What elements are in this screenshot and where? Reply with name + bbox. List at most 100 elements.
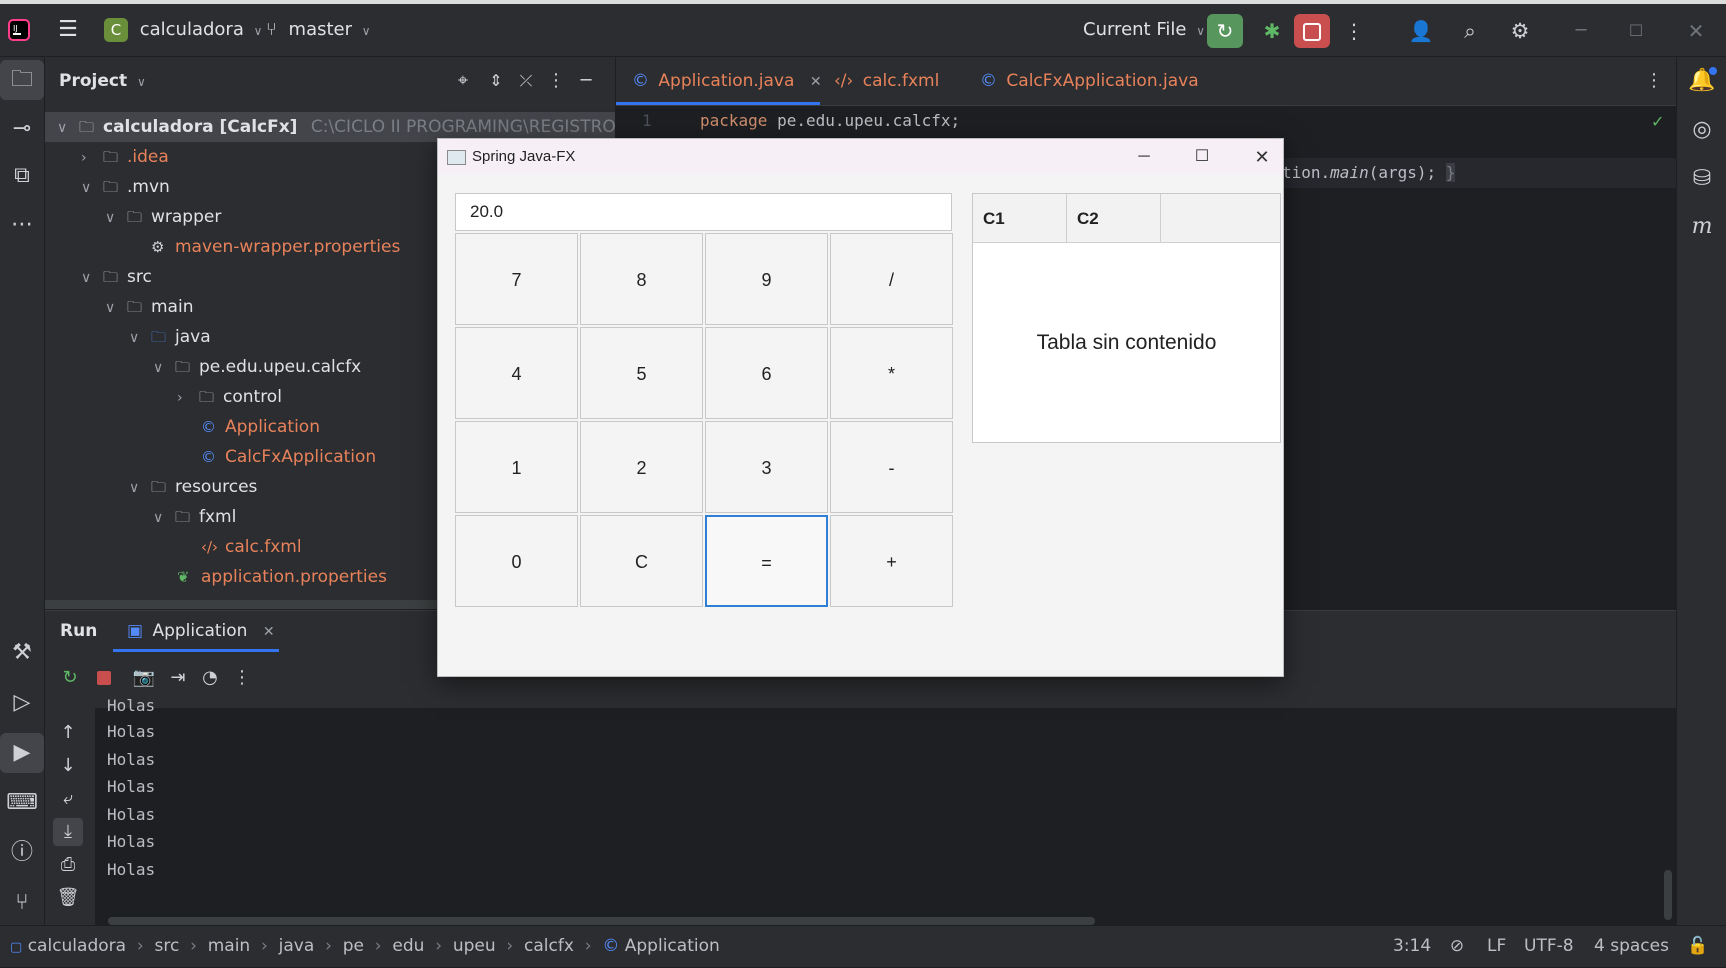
notifications-bell-icon[interactable]: 🔔	[1680, 61, 1724, 101]
tree-item-application[interactable]: © Application	[201, 412, 320, 442]
tree-item-calcfxapplication[interactable]: © CalcFxApplication	[201, 442, 376, 472]
run-config-selector[interactable]: Current File ∨	[1083, 4, 1205, 56]
collapse-all-icon[interactable]: ⤫	[511, 57, 541, 105]
breadcrumb-item[interactable]: java	[279, 936, 315, 956]
key-8-button[interactable]: 8	[580, 233, 703, 325]
project-switcher[interactable]: C calculadora ∨	[104, 4, 262, 56]
project-panel-header[interactable]: Project ∨	[59, 57, 146, 105]
profiler-icon[interactable]: ◔	[195, 663, 225, 693]
tab-calc-fxml[interactable]: ‹/› calc.fxml	[834, 57, 939, 105]
run-tool-icon[interactable]: ▶	[0, 733, 44, 773]
settings-gear-icon[interactable]: ⚙	[1505, 14, 1535, 48]
console-output[interactable]: Holas Holas Holas Holas Holas Holas Hola…	[95, 698, 1676, 925]
maximize-window-icon[interactable]: ☐	[1621, 14, 1651, 48]
rerun-icon[interactable]: ↻	[55, 663, 85, 693]
add-user-icon[interactable]: 👤	[1406, 14, 1436, 48]
exit-icon[interactable]: ⇥	[163, 663, 193, 693]
structure-icon[interactable]: ⧉	[0, 156, 44, 196]
scroll-to-end-icon[interactable]: ⤓	[53, 818, 83, 846]
arrow-up-icon[interactable]: ↑	[53, 719, 83, 747]
caret-position[interactable]: 3:14	[1393, 926, 1431, 967]
more-options-icon[interactable]: ⋮	[227, 663, 257, 693]
rerun-icon[interactable]: ↻	[1207, 14, 1243, 48]
key-3-button[interactable]: 3	[705, 421, 828, 513]
tree-item-mvn[interactable]: ∨ 🗀 .mvn	[81, 172, 170, 202]
key-0-button[interactable]: 0	[455, 515, 578, 607]
key-4-button[interactable]: 4	[455, 327, 578, 419]
console-horizontal-scrollbar[interactable]	[108, 917, 1095, 925]
services-icon[interactable]: ▷	[0, 683, 44, 723]
git-icon[interactable]: ⑂	[0, 883, 44, 923]
tree-item-resources[interactable]: ∨ 🗀 resources	[129, 472, 257, 502]
stop-icon[interactable]	[97, 671, 111, 685]
breadcrumb-item[interactable]: edu	[392, 936, 424, 956]
screenshot-camera-icon[interactable]: 📷	[129, 663, 159, 693]
project-folder-icon[interactable]: 🗀	[0, 60, 44, 100]
tree-item-package[interactable]: ∨ 🗀 pe.edu.upeu.calcfx	[153, 352, 361, 382]
commit-icon[interactable]: ⊸	[0, 109, 44, 149]
tab-options-icon[interactable]: ⋮	[1642, 57, 1666, 105]
tree-item-application-properties[interactable]: ❦ application.properties	[177, 562, 387, 592]
tree-item-maven-wrapper-properties[interactable]: ⚙ maven-wrapper.properties	[151, 232, 400, 262]
table-header-c1[interactable]: C1	[973, 194, 1067, 243]
inspection-ok-icon[interactable]: ✓	[1651, 112, 1664, 131]
key-7-button[interactable]: 7	[455, 233, 578, 325]
print-icon[interactable]: ⎙	[53, 851, 83, 879]
locate-file-icon[interactable]: ⌖	[448, 57, 478, 105]
main-menu-icon[interactable]: ☰	[54, 4, 82, 56]
breadcrumb-item[interactable]: src	[154, 936, 179, 956]
close-window-icon[interactable]: ✕	[1681, 14, 1711, 48]
app-logo-icon[interactable]: IJ	[8, 4, 32, 56]
key-9-button[interactable]: 9	[705, 233, 828, 325]
breadcrumb-item[interactable]: main	[208, 936, 250, 956]
database-icon[interactable]: ⛁	[1680, 159, 1724, 199]
file-encoding[interactable]: UTF-8	[1524, 926, 1574, 967]
more-actions-icon[interactable]: ⋮	[1344, 14, 1364, 48]
tree-item-fxml[interactable]: ∨ 🗀 fxml	[153, 502, 236, 532]
key-equals-button[interactable]: =	[705, 515, 828, 607]
tree-item-wrapper[interactable]: ∨ 🗀 wrapper	[105, 202, 221, 232]
table-header-c2[interactable]: C2	[1067, 194, 1161, 243]
inspections-off-icon[interactable]: ⊘	[1445, 926, 1469, 967]
expand-all-icon[interactable]: ⇕	[481, 57, 511, 105]
read-only-lock-icon[interactable]: 🔓	[1686, 926, 1710, 967]
tab-calcfxapplication-java[interactable]: © CalcFxApplication.java	[980, 57, 1199, 105]
fx-title-bar[interactable]: Spring Java-FX ─ ☐ ✕	[438, 139, 1283, 175]
tree-item-src[interactable]: ∨ 🗀 src	[81, 262, 152, 292]
breadcrumb-item[interactable]: Application	[625, 936, 720, 956]
branch-switcher[interactable]: ⑂ master ∨	[266, 4, 371, 56]
key-6-button[interactable]: 6	[705, 327, 828, 419]
minimize-window-icon[interactable]: ─	[1124, 139, 1164, 175]
key-clear-button[interactable]: C	[580, 515, 703, 607]
stop-icon[interactable]	[1294, 14, 1330, 48]
key-5-button[interactable]: 5	[580, 327, 703, 419]
run-tab-application[interactable]: ▣ Application ✕	[127, 611, 275, 651]
breadcrumb-item[interactable]: calculadora	[28, 936, 126, 956]
close-tab-icon[interactable]: ✕	[263, 624, 275, 640]
maven-icon[interactable]: m	[1680, 207, 1724, 247]
minimize-window-icon[interactable]: ─	[1566, 14, 1596, 48]
console-vertical-scrollbar[interactable]	[1664, 870, 1672, 920]
tab-application-java[interactable]: © Application.java ✕	[632, 57, 822, 105]
breadcrumb-item[interactable]: pe	[343, 936, 364, 956]
terminal-icon[interactable]: ⌨	[0, 783, 44, 823]
breadcrumb-item[interactable]: upeu	[453, 936, 496, 956]
calculator-display-field[interactable]: 20.0	[455, 193, 952, 231]
ai-assistant-icon[interactable]: ◎	[1680, 110, 1724, 150]
breadcrumb-item[interactable]: calcfx	[524, 936, 574, 956]
tree-item-main[interactable]: ∨ 🗀 main	[105, 292, 193, 322]
search-icon[interactable]: ⌕	[1455, 14, 1485, 48]
key-1-button[interactable]: 1	[455, 421, 578, 513]
options-icon[interactable]: ⋮	[541, 57, 571, 105]
key-subtract-button[interactable]: -	[830, 421, 953, 513]
close-window-icon[interactable]: ✕	[1242, 139, 1282, 175]
tree-item-idea[interactable]: › 🗀 .idea	[81, 142, 169, 172]
problems-icon[interactable]: ⓘ	[0, 833, 44, 873]
tree-item-calc-fxml[interactable]: ‹/› calc.fxml	[201, 532, 302, 562]
clear-trash-icon[interactable]: 🗑	[53, 884, 83, 912]
tree-item-java[interactable]: ∨ 🗀 java	[129, 322, 211, 352]
key-2-button[interactable]: 2	[580, 421, 703, 513]
soft-wrap-icon[interactable]: ⤶	[53, 785, 83, 813]
history-table[interactable]: C1 C2 Tabla sin contenido	[972, 193, 1281, 443]
maximize-window-icon[interactable]: ☐	[1182, 139, 1222, 175]
